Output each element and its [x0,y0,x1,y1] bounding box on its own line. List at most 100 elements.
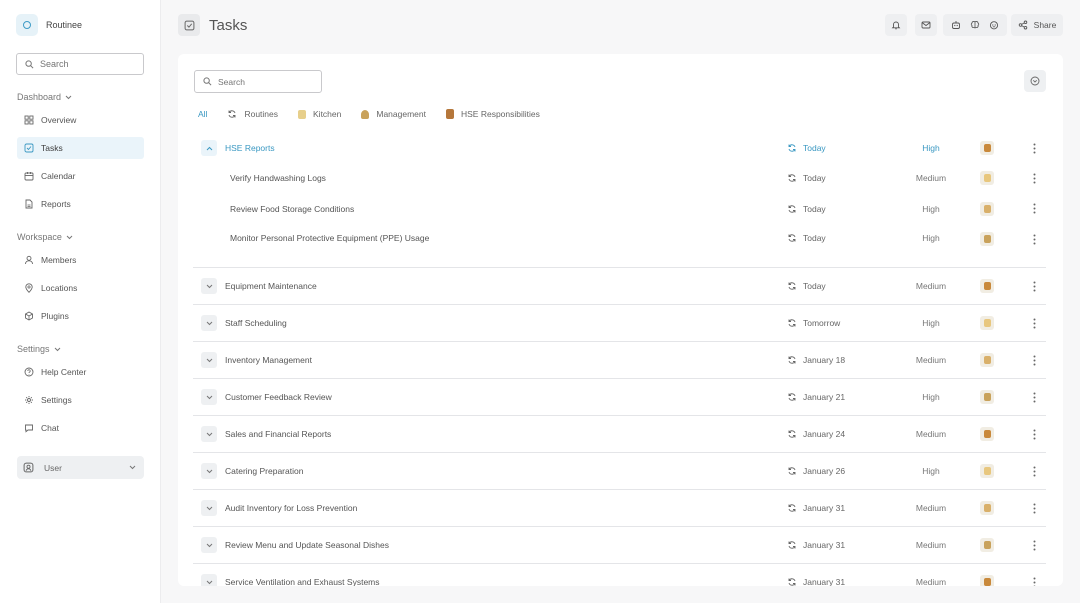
subtask-row[interactable]: Verify Handwashing Logs Today Medium [193,163,1046,194]
task-row[interactable]: Sales and Financial Reports January 24 Med… [193,416,1046,453]
filter-tab-management[interactable]: Management [361,109,426,119]
expand-toggle-button[interactable] [201,389,217,405]
brand[interactable]: Routinee [16,14,82,36]
assignee-avatar[interactable] [980,390,994,404]
sidebar-item-chat[interactable]: Chat [17,417,144,439]
section-settings[interactable]: Settings [17,344,61,354]
row-more-button[interactable] [1027,202,1041,216]
row-more-button[interactable] [1027,427,1041,441]
task-name[interactable]: Sales and Financial Reports [225,429,331,439]
bot-face-icon[interactable] [989,20,999,30]
inbox-button[interactable] [915,14,937,36]
row-more-button[interactable] [1027,171,1041,185]
row-more-button[interactable] [1027,390,1041,404]
task-name[interactable]: Catering Preparation [225,466,303,476]
row-more-button[interactable] [1027,141,1041,155]
expand-toggle-button[interactable] [201,574,217,586]
sidebar-item-reports[interactable]: Reports [17,193,144,215]
sidebar-item-members[interactable]: Members [17,249,144,271]
task-list: HSE Reports Today High Verify Handwashing L… [193,133,1046,586]
notifications-button[interactable] [885,14,907,36]
assignee-avatar[interactable] [980,171,994,186]
refresh-icon [788,282,796,290]
filter-tab-kitchen[interactable]: Kitchen [298,109,341,119]
row-more-button[interactable] [1027,232,1041,246]
assignee-avatar[interactable] [980,201,994,216]
expand-toggle-button[interactable] [201,278,217,294]
expand-toggle-button[interactable] [201,463,217,479]
task-row[interactable]: Audit Inventory for Loss Prevention Janua… [193,490,1046,527]
subtask-row[interactable]: Monitor Personal Protective Equipment (P… [193,224,1046,268]
task-row[interactable]: Catering Preparation January 26 High [193,453,1046,490]
task-search-input[interactable] [218,76,313,87]
filter-tab-hse-responsibilities[interactable]: HSE Responsibilities [446,109,540,119]
help-icon [24,367,34,377]
filter-tab-routines[interactable]: Routines [227,109,278,119]
management-emoji-icon [361,109,370,119]
task-due-date: January 21 [787,392,845,402]
task-row[interactable]: Staff Scheduling Tomorrow High [193,305,1046,342]
row-more-button[interactable] [1027,279,1041,293]
sidebar-search[interactable] [16,53,144,75]
sidebar-item-locations[interactable]: Locations [17,277,144,299]
task-row[interactable]: Review Menu and Update Seasonal Dishes Ja… [193,527,1046,564]
sidebar-item-overview[interactable]: Overview [17,109,144,131]
assignee-avatar[interactable] [980,427,994,441]
collapse-all-button[interactable] [1024,70,1046,92]
row-more-button[interactable] [1027,575,1041,586]
assignee-avatar[interactable] [980,538,994,552]
assignee-avatar[interactable] [980,464,994,478]
share-button[interactable]: Share [1011,14,1063,36]
sidebar-item-settings[interactable]: Settings [17,389,144,411]
expand-toggle-button[interactable] [201,537,217,553]
expand-toggle-button[interactable] [201,426,217,442]
row-more-button[interactable] [1027,464,1041,478]
assignee-avatar[interactable] [980,279,994,293]
expand-toggle-button[interactable] [201,315,217,331]
row-more-button[interactable] [1027,501,1041,515]
row-more-button[interactable] [1027,538,1041,552]
assignee-avatar[interactable] [980,232,994,246]
task-name[interactable]: Inventory Management [225,355,312,365]
sidebar-item-tasks[interactable]: Tasks [17,137,144,159]
assignee-avatar[interactable] [980,353,994,367]
assignee-avatar[interactable] [980,141,994,155]
section-workspace[interactable]: Workspace [17,232,73,242]
expand-toggle-button[interactable] [201,352,217,368]
task-name[interactable]: Verify Handwashing Logs [230,173,326,183]
assignee-avatar[interactable] [980,501,994,515]
task-name[interactable]: HSE Reports [225,143,275,153]
sidebar-item-plugins[interactable]: Plugins [17,305,144,327]
task-name[interactable]: Customer Feedback Review [225,392,332,402]
task-row[interactable]: Customer Feedback Review January 21 High [193,379,1046,416]
task-name[interactable]: Staff Scheduling [225,318,287,328]
user-menu-button[interactable]: User [17,456,144,479]
sidebar-item-calendar[interactable]: Calendar [17,165,144,187]
sidebar-item-help-center[interactable]: Help Center [17,361,144,383]
task-name[interactable]: Review Food Storage Conditions [230,204,354,214]
task-row[interactable]: HSE Reports Today High [193,133,1046,163]
expand-toggle-button[interactable] [201,500,217,516]
more-vertical-icon [1033,203,1035,214]
sidebar-search-input[interactable] [40,59,135,69]
subtask-row[interactable]: Review Food Storage Conditions Today High [193,194,1046,225]
task-name[interactable]: Audit Inventory for Loss Prevention [225,503,357,513]
task-name[interactable]: Equipment Maintenance [225,281,317,291]
assignee-avatar[interactable] [980,575,994,586]
integrations-group[interactable] [943,14,1007,36]
task-name[interactable]: Service Ventilation and Exhaust Systems [225,577,380,586]
brain-icon[interactable] [970,20,980,30]
section-dashboard[interactable]: Dashboard [17,92,72,102]
row-more-button[interactable] [1027,316,1041,330]
task-name[interactable]: Review Menu and Update Seasonal Dishes [225,540,389,550]
task-row[interactable]: Equipment Maintenance Today Medium [193,268,1046,305]
expand-toggle-button[interactable] [201,140,217,156]
task-row[interactable]: Service Ventilation and Exhaust Systems J… [193,564,1046,586]
task-name[interactable]: Monitor Personal Protective Equipment (P… [230,233,429,243]
task-search[interactable] [194,70,322,93]
assignee-avatar[interactable] [980,316,994,330]
row-more-button[interactable] [1027,353,1041,367]
filter-tab-all[interactable]: All [198,109,207,119]
task-row[interactable]: Inventory Management January 18 Medium [193,342,1046,379]
robot-icon[interactable] [951,20,961,30]
